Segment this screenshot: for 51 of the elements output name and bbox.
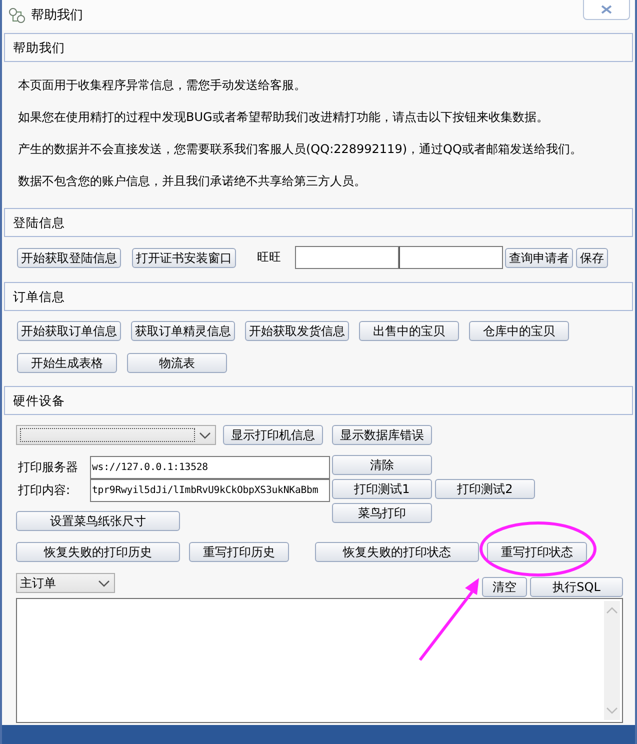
paragraph: 数据不包含您的账户信息，并且我们承诺绝不共享给第三方人员。 (18, 173, 367, 190)
section-header: 硬件设备 (4, 386, 633, 415)
chevron-down-icon (606, 707, 618, 714)
button[interactable]: 恢复失败的打印历史 (16, 542, 180, 562)
button[interactable]: 重写打印状态 (487, 542, 587, 562)
input-field[interactable]: ws://127.0.0.1:13528 (90, 456, 330, 479)
chevron-down-icon (98, 580, 110, 586)
paragraph: 如果您在使用精打的过程中发现BUG或者希望帮助我们改进精打功能，请点击以下按钮来收集数据。 (18, 109, 550, 126)
button[interactable]: 出售中的宝贝 (359, 321, 459, 341)
input-field[interactable]: tpr9Rwyil5dJi/lImbRvU9kCkObpXS3ukNKaBbm (90, 479, 330, 502)
section-header: 登陆信息 (4, 208, 633, 237)
button[interactable]: 开始获取登陆信息 (17, 248, 121, 268)
section-header: 帮助我们 (4, 33, 633, 62)
button[interactable]: 打开证书安装窗口 (132, 248, 236, 268)
button[interactable]: 重写打印历史 (189, 542, 289, 562)
button[interactable]: 打印测试1 (332, 479, 432, 499)
text-area[interactable] (16, 598, 623, 723)
window-title: 帮助我们 (31, 7, 83, 24)
button[interactable]: 开始获取订单信息 (17, 321, 121, 341)
button[interactable]: 菜鸟打印 (332, 503, 432, 523)
button[interactable]: 执行SQL (530, 577, 623, 597)
button[interactable]: 查询申请者 (505, 248, 573, 268)
button[interactable]: 恢复失败的打印状态 (315, 542, 479, 562)
paragraph: 产生的数据并不会直接发送，您需要联系我们客服人员(QQ:228992119)，通过QQ或者邮箱发送给我们。 (18, 141, 583, 158)
button[interactable]: 显示数据库错误 (332, 425, 432, 445)
paragraph: 本页面用于收集程序异常信息，需您手动发送给客服。 (18, 77, 307, 94)
dropdown[interactable]: 主订单 (16, 573, 115, 593)
chevron-down-icon (199, 432, 211, 438)
button[interactable]: 物流表 (127, 353, 227, 373)
button[interactable]: 清除 (332, 455, 432, 475)
button[interactable]: 设置菜鸟纸张尺寸 (16, 511, 180, 531)
scrollbar[interactable] (604, 601, 620, 720)
button[interactable]: 清空 (482, 577, 527, 597)
button[interactable]: 保存 (576, 248, 608, 268)
button[interactable]: 显示打印机信息 (223, 425, 323, 445)
input-field[interactable] (399, 246, 503, 269)
button[interactable]: 开始生成表格 (17, 353, 117, 373)
input-field[interactable] (295, 246, 399, 269)
button[interactable]: 开始获取发货信息 (245, 321, 349, 341)
button[interactable]: 仓库中的宝贝 (469, 321, 569, 341)
field-label: 打印服务器 (17, 459, 79, 476)
dropdown[interactable] (16, 425, 216, 445)
close-button[interactable] (583, 0, 630, 20)
section-header: 订单信息 (4, 282, 633, 311)
chevron-up-icon (606, 607, 618, 614)
close-icon (601, 5, 612, 14)
field-label: 打印内容: (17, 482, 72, 499)
app-icon (8, 6, 26, 24)
button[interactable]: 获取订单精灵信息 (131, 321, 235, 341)
button[interactable]: 打印测试2 (435, 479, 535, 499)
field-label: 旺旺 (257, 249, 281, 266)
